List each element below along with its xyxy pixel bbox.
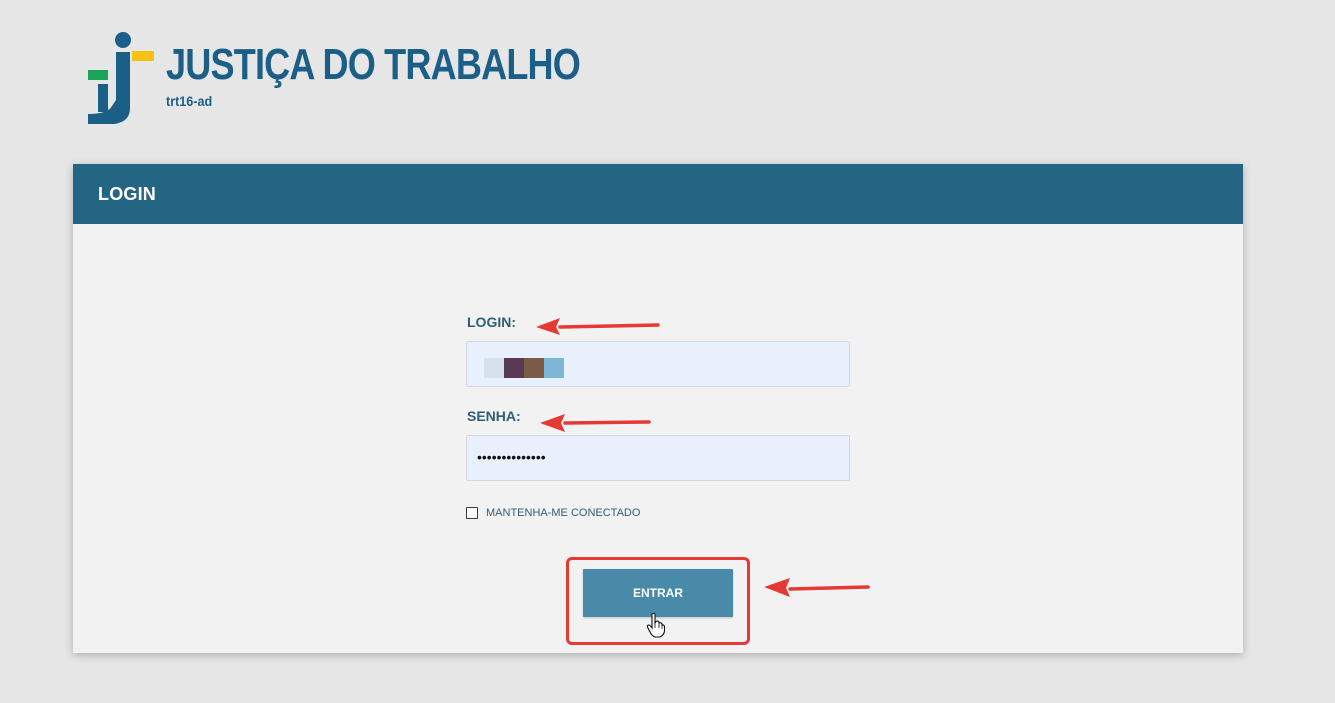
login-form: LOGIN: SENHA: •••••••••••••• MANTENHA-ME… — [466, 314, 850, 519]
password-label: SENHA: — [467, 408, 521, 424]
entrar-button[interactable]: ENTRAR — [583, 569, 733, 617]
arrow-left-icon — [540, 414, 651, 432]
password-input[interactable] — [466, 435, 850, 481]
password-input-wrap: •••••••••••••• — [466, 435, 850, 481]
remember-me-checkbox[interactable] — [466, 507, 478, 519]
justica-logo-icon — [88, 32, 154, 124]
password-block: SENHA: •••••••••••••• — [466, 408, 850, 481]
remember-me-row[interactable]: MANTENHA-ME CONECTADO — [466, 507, 850, 519]
remember-me-label: MANTENHA-ME CONECTADO — [486, 507, 641, 519]
hand-pointer-icon — [646, 612, 666, 638]
card-title: LOGIN — [98, 183, 156, 204]
login-card: LOGIN LOGIN: SENHA: •••••••••••••• MANTE… — [73, 164, 1243, 653]
login-page: JUSTIÇA DO TRABALHO trt16-ad LOGIN LOGIN… — [0, 0, 1335, 703]
brand-title: JUSTIÇA DO TRABALHO — [166, 40, 581, 89]
login-input-wrap — [466, 341, 850, 387]
brand-subtitle: trt16-ad — [166, 93, 213, 109]
redacted-username — [484, 358, 564, 378]
card-header: LOGIN — [73, 164, 1243, 224]
arrow-left-icon — [536, 318, 660, 335]
brand-logo: JUSTIÇA DO TRABALHO trt16-ad — [86, 30, 581, 126]
arrow-left-icon — [764, 578, 870, 597]
